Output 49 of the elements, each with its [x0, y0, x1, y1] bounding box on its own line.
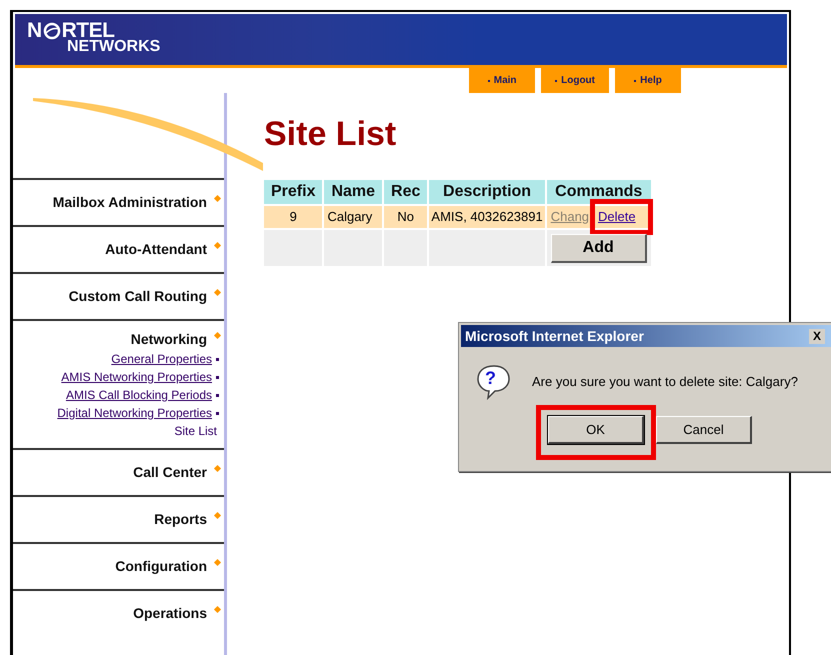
table-cell: Calgary [324, 206, 382, 228]
dialog-button[interactable]: Cancel [656, 416, 752, 444]
bullet-icon [214, 194, 222, 202]
bullet-icon [214, 464, 222, 472]
question-mark: ? [485, 366, 496, 390]
logo-text: RTEL [62, 20, 114, 41]
sidebar-item[interactable]: Mailbox Administration [52, 192, 207, 213]
bullet-icon [214, 606, 222, 614]
sidebar-item[interactable]: Reports [154, 509, 207, 530]
column-header: Prefix [264, 180, 322, 204]
sidebar-link[interactable]: General Properties [111, 350, 212, 368]
nav-button[interactable]: Help [615, 68, 681, 93]
column-header: Rec [384, 180, 428, 204]
sidebar-link[interactable]: AMIS Call Blocking Periods [66, 386, 212, 404]
square-bullet-icon [216, 412, 219, 414]
bullet-icon [214, 332, 222, 340]
sidebar-link[interactable]: Digital Networking Properties [57, 404, 212, 422]
command-link[interactable]: Delete [598, 207, 636, 227]
square-bullet-icon [216, 358, 219, 360]
nav-button[interactable]: Main [469, 68, 536, 93]
table-cell: AMIS, 4032623891 [429, 206, 545, 228]
sidebar-item[interactable]: Auto-Attendant [105, 239, 207, 260]
nav-button[interactable]: Logout [541, 68, 609, 93]
sidebar-item[interactable]: Networking [130, 329, 207, 350]
dialog-message: Are you sure you want to delete site: Calgary? [532, 373, 798, 392]
square-bullet-icon [216, 376, 219, 378]
sidebar-item[interactable]: Call Center [133, 462, 207, 483]
logo-text: N [27, 20, 42, 41]
logo-subtext: NETWORKS [67, 39, 162, 55]
bullet-icon [214, 242, 222, 250]
page-title: Site List [264, 117, 396, 151]
dialog-button[interactable]: OK [548, 416, 644, 444]
bullet-icon [214, 288, 222, 296]
add-button[interactable]: Add [550, 234, 647, 262]
table-cell: 9 [264, 206, 322, 228]
column-header: Name [324, 180, 382, 204]
dialog-title: Microsoft Internet Explorer [465, 326, 644, 346]
column-header: Description [429, 180, 545, 204]
sidebar-item[interactable]: Custom Call Routing [68, 286, 207, 307]
close-button[interactable]: X [809, 328, 825, 344]
square-bullet-icon [216, 394, 219, 396]
sidebar-link[interactable]: AMIS Networking Properties [61, 368, 212, 386]
bullet-icon [214, 558, 222, 566]
table-cell: No [384, 206, 428, 228]
bullet-icon [214, 512, 222, 520]
current-page-label[interactable]: Site List [174, 422, 217, 440]
globe-logo-icon [42, 22, 61, 40]
sidebar-item[interactable]: Operations [133, 603, 207, 624]
sidebar-item[interactable]: Configuration [115, 556, 207, 577]
